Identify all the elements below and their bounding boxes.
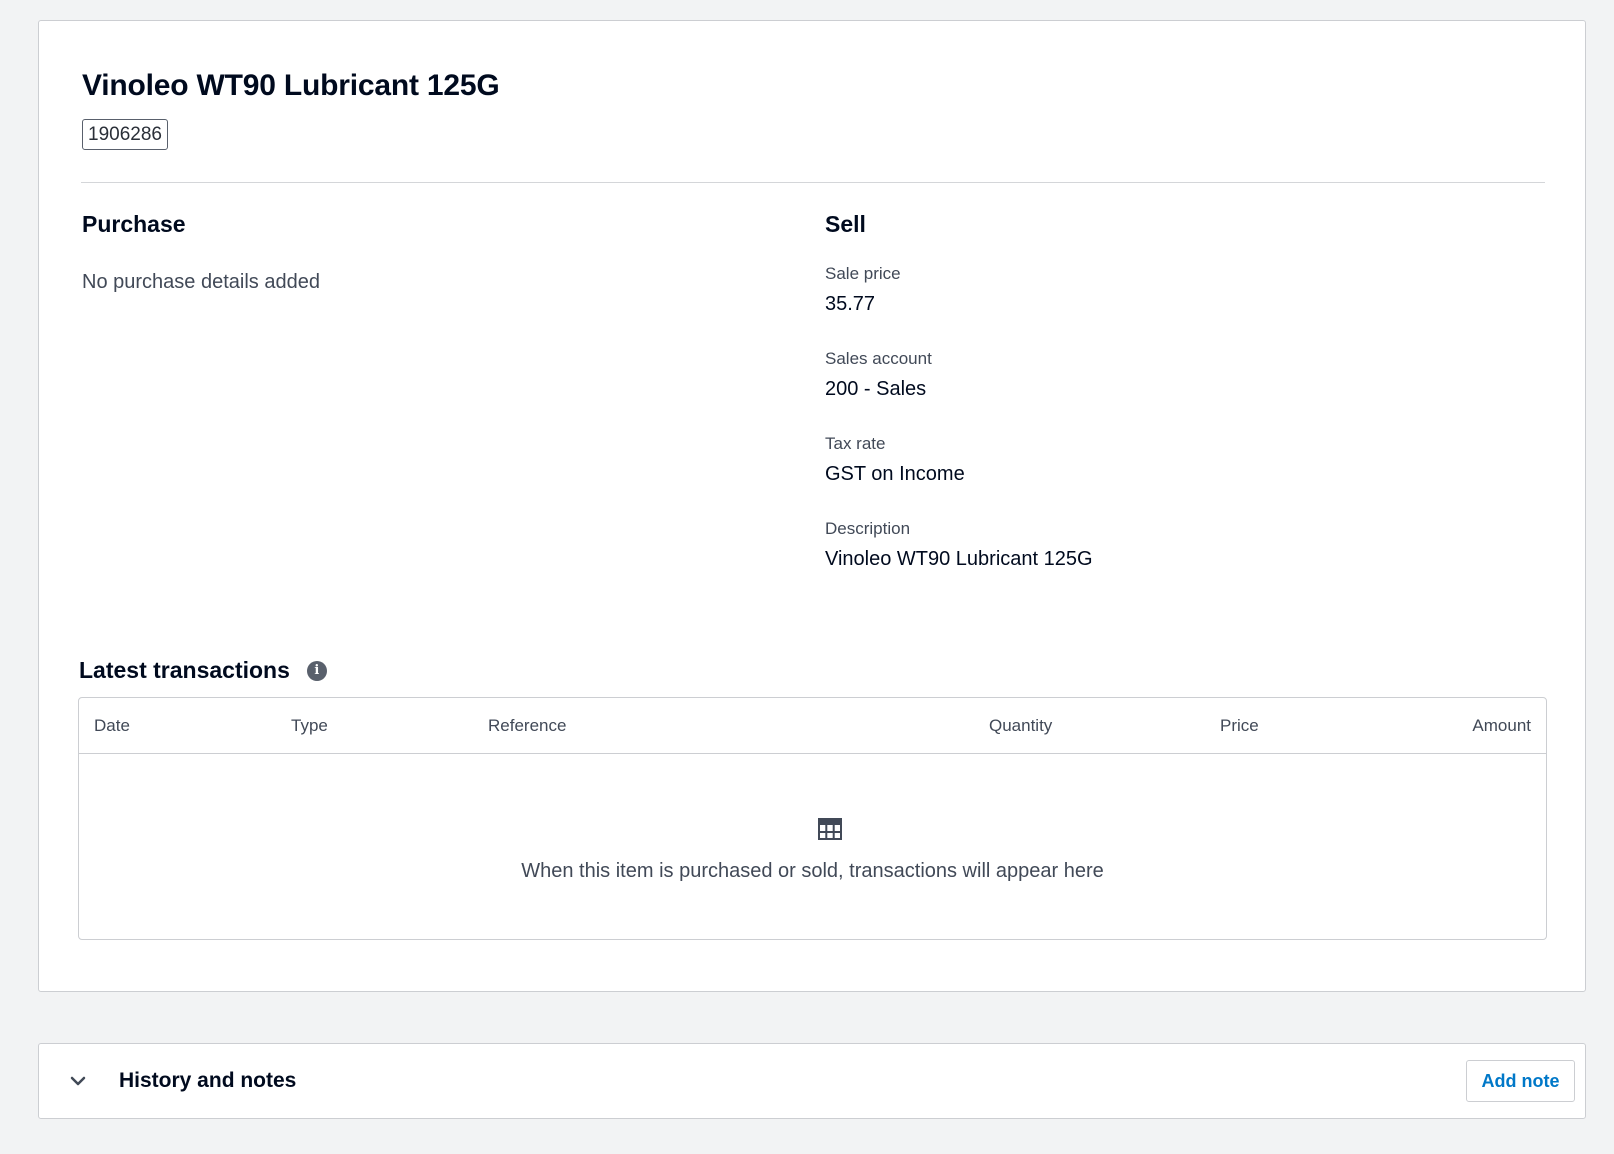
tax-rate-label: Tax rate [825,434,886,453]
table-grid-icon [818,818,842,840]
purchase-heading: Purchase [82,211,186,237]
transactions-heading: Latest transactions i [79,657,327,684]
column-header-type[interactable]: Type [291,716,328,736]
sales-account-value: 200 - Sales [825,378,927,400]
history-and-notes-panel: History and notes Add note [38,1043,1586,1119]
transactions-empty-state: When this item is purchased or sold, tra… [79,754,1546,940]
column-header-reference[interactable]: Reference [488,716,566,736]
sale-price-label: Sale price [825,264,901,283]
column-header-price[interactable]: Price [1220,716,1259,736]
header-divider [81,182,1545,183]
sales-account-label: Sales account [825,349,932,368]
transactions-empty-text: When this item is purchased or sold, tra… [521,860,1104,882]
purchase-empty-text: No purchase details added [82,271,320,293]
tax-rate-value: GST on Income [825,463,965,485]
sale-price-field: Sale price 35.77 [825,264,901,316]
item-title: Vinoleo WT90 Lubricant 125G [82,69,500,102]
description-value: Vinoleo WT90 Lubricant 125G [825,548,1093,570]
column-header-date[interactable]: Date [94,716,130,736]
history-title[interactable]: History and notes [119,1069,296,1093]
column-header-quantity[interactable]: Quantity [989,716,1052,736]
add-note-button[interactable]: Add note [1466,1060,1575,1102]
table-header-row: Date Type Reference Quantity Price Amoun… [79,698,1546,754]
info-icon[interactable]: i [306,660,327,681]
sale-price-value: 35.77 [825,293,876,315]
item-detail-card: Vinoleo WT90 Lubricant 125G 1906286 Purc… [38,20,1586,992]
sales-account-field: Sales account 200 - Sales [825,349,932,401]
tax-rate-field: Tax rate GST on Income [825,434,965,486]
description-field: Description Vinoleo WT90 Lubricant 125G [825,519,1093,571]
chevron-down-icon[interactable] [67,1070,89,1092]
sell-heading: Sell [825,211,866,237]
description-label: Description [825,519,911,538]
transactions-heading-text: Latest transactions [79,657,290,683]
column-header-amount[interactable]: Amount [1472,716,1531,736]
item-code-badge: 1906286 [82,119,168,150]
transactions-table: Date Type Reference Quantity Price Amoun… [78,697,1547,940]
